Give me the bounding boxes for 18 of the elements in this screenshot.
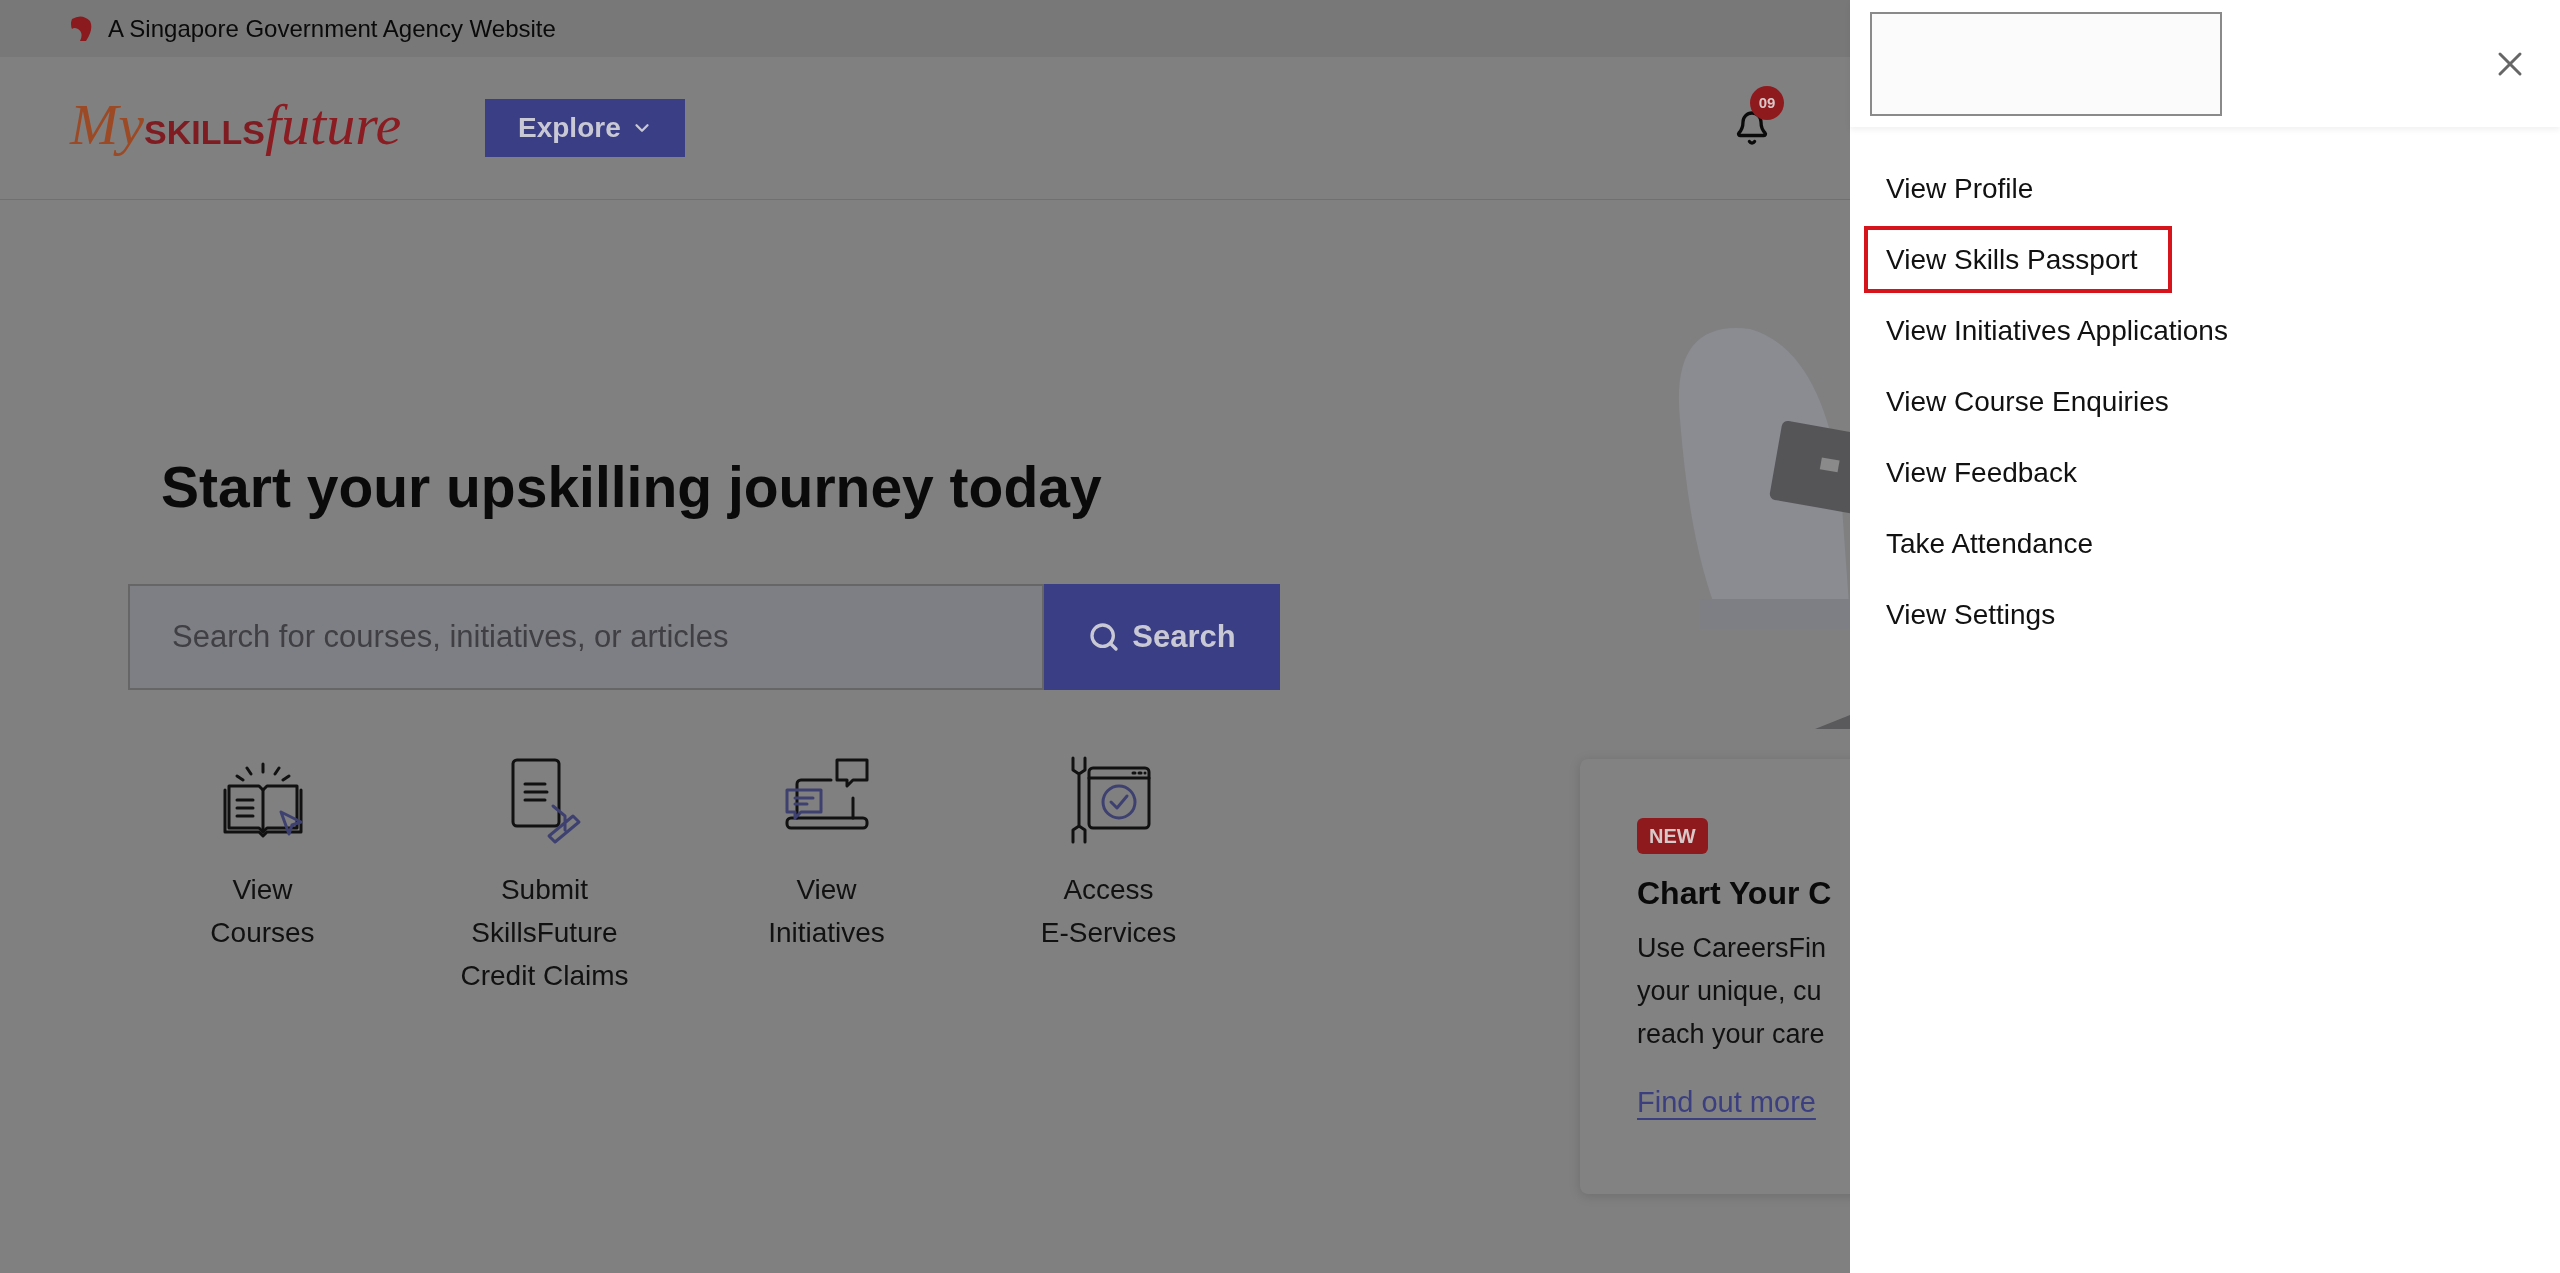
new-badge: NEW — [1637, 818, 1708, 854]
search-button[interactable]: Search — [1044, 584, 1280, 690]
search-icon — [1088, 621, 1121, 653]
notification-bell-icon[interactable] — [1734, 110, 1770, 146]
menu-item[interactable]: View Initiatives Applications — [1864, 297, 2262, 364]
explore-button[interactable]: Explore — [485, 99, 686, 157]
agency-notice: A Singapore Government Agency Website — [108, 13, 556, 44]
card-title: Chart Your C — [1637, 874, 1832, 913]
menu-item[interactable]: View Feedback — [1864, 439, 2111, 506]
search-field[interactable]: Search for courses, initiatives, or articles — [128, 584, 1044, 690]
notification-count: 09 — [1750, 86, 1784, 120]
menu-item[interactable]: View Profile — [1864, 155, 2068, 222]
menu-item[interactable]: View Settings — [1864, 581, 2090, 648]
menu-item[interactable]: Take Attendance — [1864, 510, 2128, 577]
hero-heading: Start your upskilling journey today — [161, 454, 1103, 521]
menu-item[interactable]: View Skills Passport — [1864, 226, 2172, 293]
card-description: Use CareersFin your unique, cu reach your care — [1637, 932, 1827, 1051]
menu-item[interactable]: View Course Enquiries — [1864, 368, 2203, 435]
